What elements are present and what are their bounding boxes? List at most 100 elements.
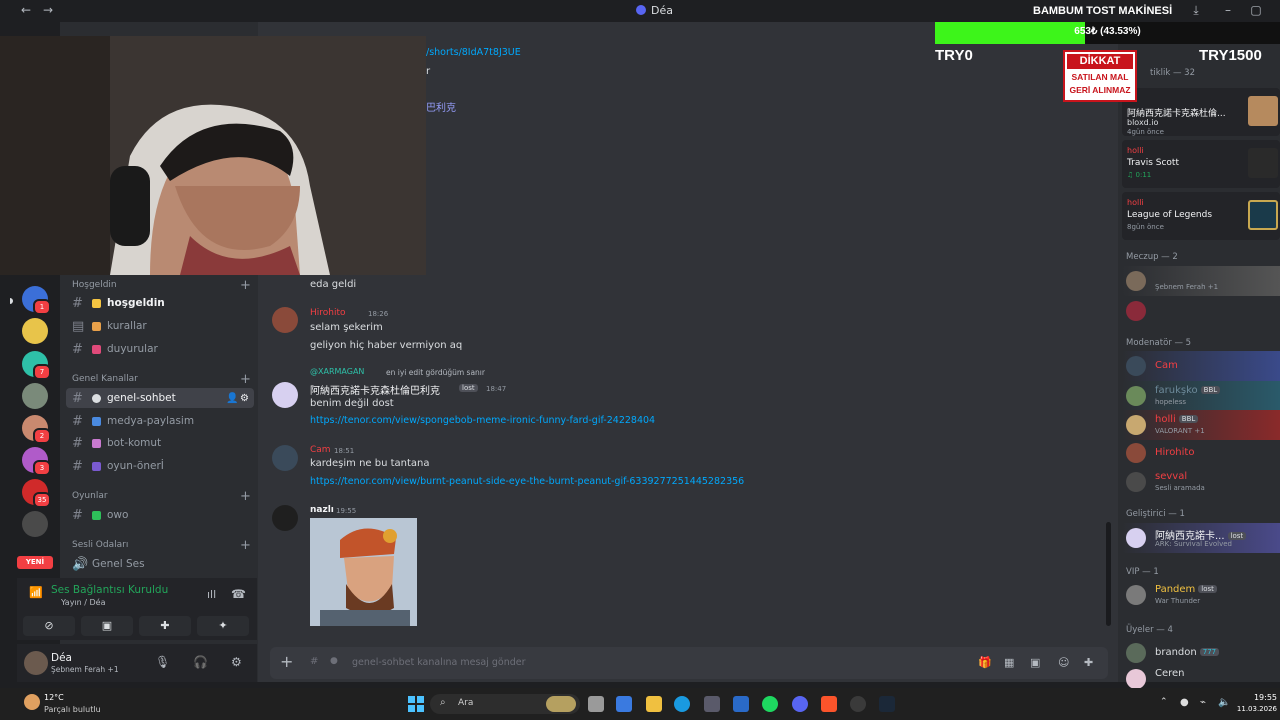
channel-owo[interactable]: # owo <box>66 505 254 525</box>
avatar[interactable] <box>272 307 298 333</box>
member-row[interactable]: Hirohito <box>1122 438 1280 468</box>
channel-genel-sohbet[interactable]: # genel-sohbet 👤 ⚙ <box>66 388 254 408</box>
member-row[interactable]: 阿納西克諾卡... lost ARK: Survival Evolved <box>1122 523 1280 553</box>
store-icon[interactable] <box>704 696 720 712</box>
channel-genel-ses[interactable]: 🔊 Genel Ses <box>66 554 254 574</box>
sticker-image[interactable] <box>310 518 417 626</box>
partial-link[interactable]: /shorts/8IdA7t8J3UE <box>426 47 521 58</box>
headphones-icon[interactable]: 🎧 <box>193 655 208 669</box>
edge-icon[interactable] <box>674 696 690 712</box>
gif-icon[interactable]: ▦ <box>1004 656 1014 669</box>
soundboard-button[interactable]: ✦ <box>197 616 249 636</box>
minimize-icon[interactable]: – <box>1220 3 1236 19</box>
plus-icon[interactable]: + <box>240 372 251 387</box>
maximize-icon[interactable]: ▢ <box>1248 3 1264 19</box>
message-author[interactable]: Hirohito <box>310 308 346 318</box>
task-view-icon[interactable] <box>588 696 604 712</box>
channel-label: kurallar <box>107 320 147 332</box>
plus-icon[interactable]: + <box>280 652 293 671</box>
avatar <box>1126 472 1146 492</box>
volume-icon[interactable]: 🔈 <box>1218 697 1230 708</box>
plus-icon[interactable]: + <box>240 538 251 553</box>
message-link[interactable]: https://tenor.com/view/spongebob-meme-ir… <box>310 415 655 426</box>
file-explorer-icon[interactable] <box>646 696 662 712</box>
add-member-icon[interactable]: 👤 <box>226 393 238 404</box>
member-row[interactable] <box>1122 296 1280 326</box>
member-row[interactable]: farukşko BBL hopeless <box>1122 381 1280 411</box>
noise-suppression-icon[interactable]: ıll <box>207 588 216 601</box>
channel-duyurular[interactable]: # duyurular <box>66 339 254 359</box>
channel-medya-paylasim[interactable]: # medya-paylasim <box>66 411 254 431</box>
member-row[interactable]: Ceren <box>1122 664 1280 689</box>
camera-button[interactable]: ⊘ <box>23 616 75 636</box>
server-icon[interactable]: 1 <box>22 286 51 315</box>
member-row[interactable]: sevval Sesli aramada <box>1122 467 1280 497</box>
gear-icon[interactable]: ⚙ <box>231 655 242 669</box>
message-author[interactable]: Cam <box>310 445 331 455</box>
network-icon[interactable]: ⌁ <box>1200 697 1206 708</box>
server-icon[interactable] <box>22 318 48 344</box>
server-icon[interactable]: 2 <box>22 415 51 444</box>
server-icon[interactable] <box>22 383 48 409</box>
channel-bot-komut[interactable]: # bot-komut <box>66 433 254 453</box>
sticker-icon[interactable]: ▣ <box>1030 656 1040 669</box>
new-badge[interactable]: YENİ <box>17 556 53 569</box>
discord-icon[interactable] <box>792 696 808 712</box>
channel-hosgeldin[interactable]: # hoşgeldin <box>66 293 254 313</box>
category-oyunlar[interactable]: Oyunlar + <box>72 489 251 504</box>
gear-icon[interactable]: ⚙ <box>240 393 249 404</box>
microphone-icon[interactable]: 🎙 <box>155 655 170 669</box>
message-link[interactable]: https://tenor.com/view/burnt-peanut-side… <box>310 476 744 487</box>
screen-share-button[interactable]: ▣ <box>81 616 133 636</box>
message-input[interactable]: genel-sohbet kanalına mesaj gönder <box>352 657 526 668</box>
member-row[interactable]: holli BBL VALORANT +1 <box>1122 410 1280 440</box>
channel-oyun-oneri[interactable]: # oyun-önerİ <box>66 456 254 476</box>
activity-card[interactable]: holli League of Legends 8gün önce <box>1122 192 1280 240</box>
avatar[interactable] <box>272 445 298 471</box>
server-icon[interactable]: 3 <box>22 447 51 476</box>
back-arrow-icon[interactable]: ← <box>18 3 34 19</box>
outlook-icon[interactable] <box>733 696 749 712</box>
widgets-icon[interactable] <box>616 696 632 712</box>
taskbar-date[interactable]: 11.03.2026 <box>1231 705 1277 713</box>
member-row[interactable]: Pandem lost War Thunder <box>1122 580 1280 610</box>
windows-start-icon[interactable] <box>408 696 424 712</box>
category-hosgeldin[interactable]: Hoşgeldin + <box>72 278 251 293</box>
member-row[interactable]: Cam <box>1122 351 1280 381</box>
member-row[interactable]: Şebnem Ferah +1 <box>1122 266 1280 296</box>
plus-icon[interactable]: + <box>240 278 251 293</box>
server-icon[interactable] <box>22 511 48 537</box>
activities-button[interactable]: ✚ <box>139 616 191 636</box>
reply-user[interactable]: @XARMAGAN <box>310 367 364 376</box>
download-icon[interactable]: ⤓ <box>1188 3 1204 19</box>
tray-chevron-icon[interactable]: ⌃ <box>1160 697 1168 707</box>
plus-icon[interactable]: + <box>240 489 251 504</box>
brave-icon[interactable] <box>821 696 837 712</box>
avatar[interactable] <box>24 651 48 675</box>
activity-card[interactable]: holli Travis Scott ♫ 0:11 <box>1122 140 1280 188</box>
forward-arrow-icon[interactable]: → <box>40 3 56 19</box>
taskbar-search[interactable]: ⌕ Ara <box>430 694 580 714</box>
message-author[interactable]: nazlı <box>310 505 334 515</box>
category-genel[interactable]: Genel Kanallar + <box>72 372 251 387</box>
disconnect-icon[interactable]: ☎ <box>231 587 246 601</box>
channel-kurallar[interactable]: ▤ kurallar <box>66 316 254 336</box>
steam-icon[interactable] <box>879 696 895 712</box>
message-author[interactable]: 阿納西克諾卡克森杜倫巴利克 <box>310 382 440 397</box>
chat-scrollbar[interactable] <box>1106 522 1111 626</box>
tray-icon[interactable]: ● <box>1180 697 1189 708</box>
avatar[interactable] <box>272 382 298 408</box>
server-badge: 7 <box>33 364 51 380</box>
apps-icon[interactable]: ✚ <box>1084 656 1093 669</box>
category-sesli[interactable]: Sesli Odaları + <box>72 538 251 553</box>
emoji-icon[interactable]: ☺ <box>1058 656 1069 669</box>
server-icon[interactable]: 7 <box>22 351 51 380</box>
taskbar-time[interactable]: 19:55 <box>1239 693 1277 702</box>
obs-icon[interactable] <box>850 696 866 712</box>
server-icon[interactable]: 35 <box>22 479 51 508</box>
spotify-icon[interactable] <box>762 696 778 712</box>
gift-icon[interactable]: 🎁 <box>978 656 992 669</box>
avatar[interactable] <box>272 505 298 531</box>
weather-icon[interactable] <box>24 694 40 710</box>
activity-card[interactable]: 阿納西克諾卡克森杜倫... bloxd.io 4gün önce <box>1122 88 1280 136</box>
